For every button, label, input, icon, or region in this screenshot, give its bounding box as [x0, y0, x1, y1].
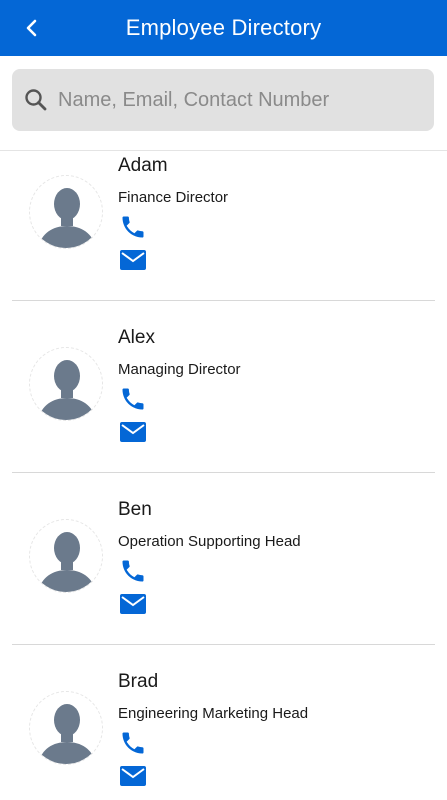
search-bar[interactable] — [12, 69, 434, 131]
employee-role: Engineering Marketing Head — [118, 705, 309, 722]
mail-icon[interactable] — [119, 764, 147, 788]
mail-icon[interactable] — [119, 592, 147, 616]
employee-name: Brad — [118, 671, 159, 692]
back-button[interactable] — [14, 10, 50, 46]
search-input[interactable] — [58, 88, 418, 112]
employee-card[interactable]: Alex Managing Director — [0, 301, 447, 473]
employee-list[interactable]: Adam Finance Director Alex Managing Dire… — [0, 150, 447, 800]
avatar — [29, 175, 103, 249]
phone-icon[interactable] — [119, 385, 147, 413]
user-silhouette-icon — [38, 704, 96, 764]
employee-card[interactable]: Brad Engineering Marketing Head — [0, 645, 447, 800]
app-header: Employee Directory — [0, 0, 447, 56]
employee-role: Operation Supporting Head — [118, 533, 301, 550]
search-icon[interactable] — [22, 86, 50, 114]
phone-icon[interactable] — [119, 557, 147, 585]
employee-name: Adam — [118, 155, 168, 176]
employee-name: Alex — [118, 327, 155, 348]
user-silhouette-icon — [38, 532, 96, 592]
avatar — [29, 691, 103, 765]
phone-icon[interactable] — [119, 213, 147, 241]
chevron-left-icon — [26, 19, 37, 37]
page-title: Employee Directory — [125, 15, 322, 40]
employee-role: Managing Director — [118, 361, 241, 378]
avatar — [29, 519, 103, 593]
mail-icon[interactable] — [119, 248, 147, 272]
avatar — [29, 347, 103, 421]
user-silhouette-icon — [38, 188, 96, 248]
phone-icon[interactable] — [119, 729, 147, 757]
employee-card[interactable]: Ben Operation Supporting Head — [0, 473, 447, 645]
employee-role: Finance Director — [118, 189, 229, 206]
employee-name: Ben — [118, 499, 152, 520]
employee-card[interactable]: Adam Finance Director — [0, 151, 447, 301]
mail-icon[interactable] — [119, 420, 147, 444]
app-screen: Employee Directory Adam — [0, 0, 447, 800]
user-silhouette-icon — [38, 360, 96, 420]
